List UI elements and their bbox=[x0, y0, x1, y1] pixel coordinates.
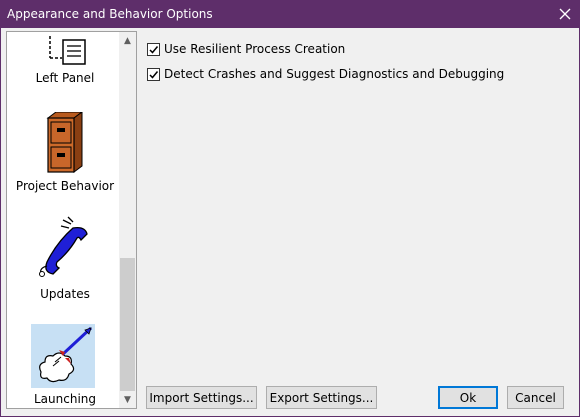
rocket-icon bbox=[39, 326, 93, 383]
title-bar: Appearance and Behavior Options bbox=[1, 1, 579, 28]
import-settings-button[interactable]: Import Settings... bbox=[146, 386, 257, 409]
option-resilient-process[interactable]: Use Resilient Process Creation bbox=[147, 41, 345, 57]
phone-icon bbox=[39, 216, 88, 277]
chevron-down-icon: ▼ bbox=[124, 394, 131, 405]
scroll-thumb[interactable] bbox=[120, 258, 135, 391]
category-item-updates[interactable]: Updates bbox=[7, 214, 123, 314]
ok-button[interactable]: Ok bbox=[438, 386, 498, 409]
category-scrollbar[interactable]: ▲ ▼ bbox=[119, 32, 136, 408]
category-label: Left Panel bbox=[35, 71, 95, 85]
checkbox[interactable] bbox=[147, 67, 160, 81]
close-icon bbox=[559, 8, 571, 20]
export-settings-button[interactable]: Export Settings... bbox=[266, 386, 377, 409]
close-button[interactable] bbox=[557, 6, 573, 22]
category-label: Project Behavior bbox=[15, 179, 115, 193]
category-item-project-behavior[interactable]: Project Behavior bbox=[7, 107, 123, 207]
window-title: Appearance and Behavior Options bbox=[7, 7, 213, 21]
options-dialog: Appearance and Behavior Options Left Pan… bbox=[0, 0, 580, 417]
option-label: Use Resilient Process Creation bbox=[164, 42, 346, 56]
option-label: Detect Crashes and Suggest Diagnostics a… bbox=[164, 67, 505, 81]
checkbox[interactable] bbox=[147, 42, 160, 56]
left-panel-icon bbox=[49, 36, 86, 65]
filing-cabinet-icon bbox=[46, 112, 83, 173]
scroll-up-button[interactable]: ▲ bbox=[119, 32, 136, 49]
cancel-button[interactable]: Cancel bbox=[507, 386, 564, 409]
chevron-up-icon: ▲ bbox=[124, 35, 131, 46]
checkmark-icon bbox=[149, 45, 159, 54]
category-list[interactable]: Left Panel Project Behavior Updates Laun… bbox=[6, 31, 137, 409]
category-label: Launching bbox=[33, 392, 96, 406]
checkmark-icon bbox=[149, 70, 159, 79]
category-label: Updates bbox=[40, 287, 90, 301]
scroll-down-button[interactable]: ▼ bbox=[119, 391, 136, 408]
category-item-left-panel[interactable]: Left Panel bbox=[7, 32, 123, 92]
option-detect-crashes[interactable]: Detect Crashes and Suggest Diagnostics a… bbox=[147, 66, 504, 82]
category-item-launching[interactable]: Launching bbox=[7, 324, 123, 408]
